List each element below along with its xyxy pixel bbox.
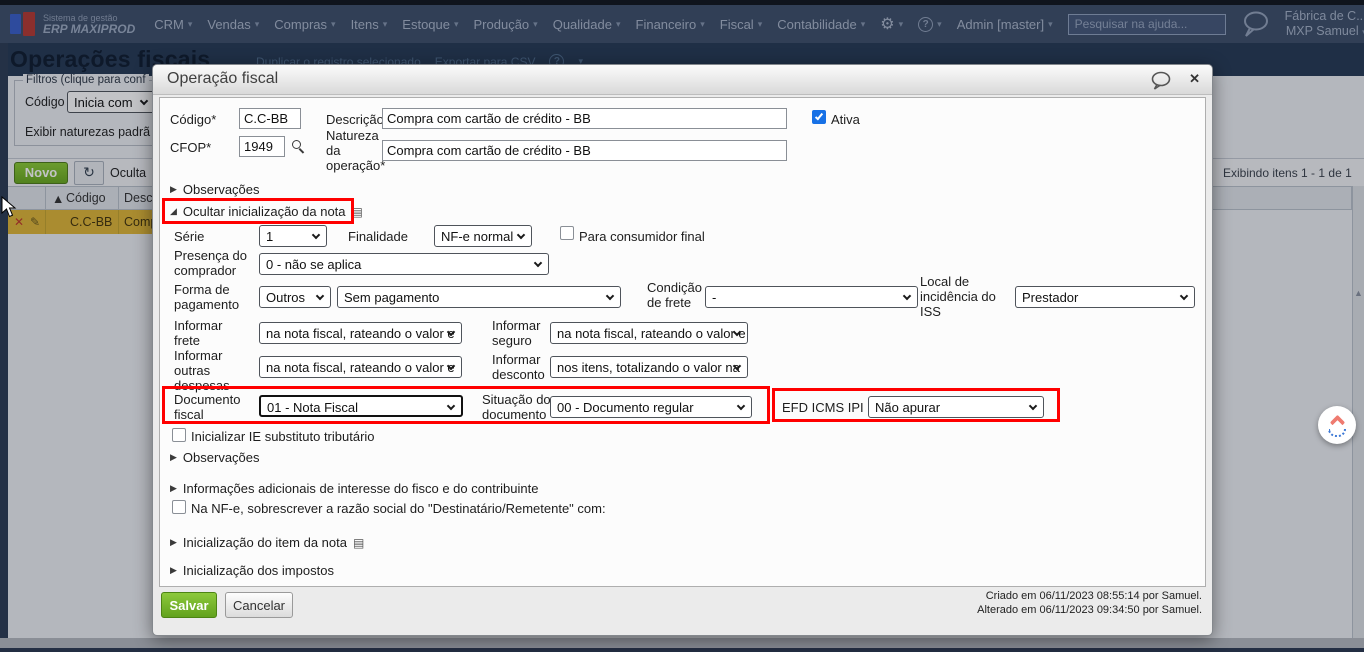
- efd-icms-ipi-label: EFD ICMS IPI: [782, 400, 864, 415]
- section-init-item[interactable]: ▶ Inicialização do item da nota ▤: [170, 535, 364, 550]
- document-icon: ▤: [351, 204, 363, 219]
- natureza-input[interactable]: Compra com cartão de crédito - BB: [382, 140, 787, 161]
- widget-chevron-icon: [1329, 414, 1345, 431]
- forma-pagamento-label: Forma de pagamento: [174, 282, 240, 312]
- chevron-down-icon: [605, 291, 615, 301]
- close-icon[interactable]: ✕: [1189, 71, 1200, 87]
- codigo-label: Código*: [170, 112, 217, 127]
- dialog-title: Operação fiscal: [167, 70, 279, 87]
- natureza-label: Natureza da operação*: [326, 128, 386, 173]
- situacao-documento-select[interactable]: 00 - Documento regular: [550, 396, 752, 418]
- support-widget-button[interactable]: [1318, 406, 1356, 444]
- presenca-select[interactable]: 0 - não se aplica: [259, 253, 549, 275]
- informar-seguro-label: Informar seguro: [492, 318, 541, 348]
- section-observacoes-1[interactable]: ▶ Observações: [170, 182, 260, 197]
- chevron-down-icon: [902, 291, 912, 301]
- chevron-down-icon: [1179, 291, 1189, 301]
- nfe-sobrescrever-checkbox[interactable]: [172, 500, 186, 514]
- cancelar-button[interactable]: Cancelar: [225, 592, 293, 618]
- efd-icms-ipi-select[interactable]: Não apurar: [868, 396, 1044, 418]
- triangle-expanded-icon: ◢: [170, 206, 177, 216]
- chevron-down-icon: [315, 291, 325, 301]
- triangle-collapsed-icon: ▶: [170, 565, 177, 575]
- informar-frete-select[interactable]: na nota fiscal, rateando o valor e: [259, 322, 462, 344]
- ie-substituto-label: Inicializar IE substituto tributário: [191, 429, 375, 444]
- chevron-down-icon: [1028, 401, 1038, 411]
- triangle-collapsed-icon: ▶: [170, 537, 177, 547]
- dialog-titlebar[interactable]: Operação fiscal ✕: [153, 65, 1212, 95]
- documento-fiscal-select[interactable]: 01 - Nota Fiscal: [259, 395, 463, 417]
- section-info-adicionais[interactable]: ▶ Informações adicionais de interesse do…: [170, 481, 538, 496]
- criado-em: Criado em 06/11/2023 08:55:14 por Samuel…: [985, 590, 1202, 602]
- salvar-button[interactable]: Salvar: [161, 592, 217, 618]
- ie-substituto-checkbox[interactable]: [172, 428, 186, 442]
- section-init-impostos[interactable]: ▶ Inicialização dos impostos: [170, 563, 334, 578]
- consumidor-final-label: Para consumidor final: [579, 229, 705, 244]
- informar-frete-label: Informar frete: [174, 318, 223, 348]
- codigo-input[interactable]: C.C-BB: [239, 108, 301, 129]
- document-icon: ▤: [352, 535, 365, 550]
- dialog-chat-icon[interactable]: [1150, 71, 1172, 90]
- operacao-fiscal-dialog: Operação fiscal ✕ Código* C.C-BB Descriç…: [152, 64, 1213, 636]
- outras-despesas-label: Informar outras despesas: [174, 348, 230, 393]
- serie-select[interactable]: 1: [259, 225, 327, 247]
- serie-label: Série: [174, 229, 205, 244]
- alterado-em: Alterado em 06/11/2023 09:34:50 por Samu…: [977, 604, 1202, 616]
- dialog-form: Código* C.C-BB Descrição* Compra com car…: [159, 97, 1206, 587]
- ativa-label: Ativa: [831, 112, 860, 127]
- section-observacoes-2[interactable]: ▶ Observações: [170, 450, 260, 465]
- consumidor-final-checkbox[interactable]: [560, 226, 574, 240]
- chevron-down-icon: [311, 230, 321, 240]
- outras-despesas-select[interactable]: na nota fiscal, rateando o valor e: [259, 356, 462, 378]
- triangle-collapsed-icon: ▶: [170, 452, 177, 462]
- chevron-down-icon: [533, 258, 543, 268]
- ativa-checkbox[interactable]: [812, 110, 826, 124]
- chevron-down-icon: [736, 401, 746, 411]
- situacao-documento-label: Situação do documento: [482, 392, 551, 422]
- finalidade-select[interactable]: NF-e normal: [434, 225, 532, 247]
- forma-pagamento-select-2[interactable]: Sem pagamento: [337, 286, 621, 308]
- finalidade-label: Finalidade: [348, 229, 408, 244]
- local-iss-label: Local de incidência do ISS: [920, 274, 996, 319]
- descricao-label: Descrição*: [326, 112, 389, 127]
- triangle-collapsed-icon: ▶: [170, 184, 177, 194]
- forma-pagamento-select-1[interactable]: Outros: [259, 286, 331, 308]
- informar-seguro-select[interactable]: na nota fiscal, rateando o valor e: [550, 322, 748, 344]
- section-ocultar-inicializacao[interactable]: ◢ Ocultar inicialização da nota ▤: [170, 204, 363, 219]
- mouse-cursor: [1, 196, 17, 218]
- condicao-frete-label: Condição de frete: [647, 280, 702, 310]
- chevron-down-icon: [446, 401, 456, 411]
- search-icon[interactable]: [292, 140, 306, 154]
- nfe-sobrescrever-label: Na NF-e, sobrescrever a razão social do …: [191, 501, 606, 516]
- documento-fiscal-label: Documento fiscal: [174, 392, 241, 422]
- triangle-collapsed-icon: ▶: [170, 483, 177, 493]
- screen: Sistema de gestão ERP MAXIPROD CRM ▾ Vend…: [0, 0, 1364, 652]
- presenca-label: Presença do comprador: [174, 248, 247, 278]
- widget-arc-icon: [1328, 429, 1346, 437]
- informar-desconto-label: Informar desconto: [492, 352, 545, 382]
- condicao-frete-select[interactable]: -: [705, 286, 918, 308]
- descricao-input[interactable]: Compra com cartão de crédito - BB: [382, 108, 787, 129]
- cfop-input[interactable]: 1949: [239, 136, 285, 157]
- chevron-down-icon: [516, 230, 526, 240]
- informar-desconto-select[interactable]: nos itens, totalizando o valor na: [550, 356, 748, 378]
- local-iss-select[interactable]: Prestador: [1015, 286, 1195, 308]
- cfop-label: CFOP*: [170, 140, 212, 155]
- audit-timestamps: Criado em 06/11/2023 08:55:14 por Samuel…: [977, 589, 1202, 617]
